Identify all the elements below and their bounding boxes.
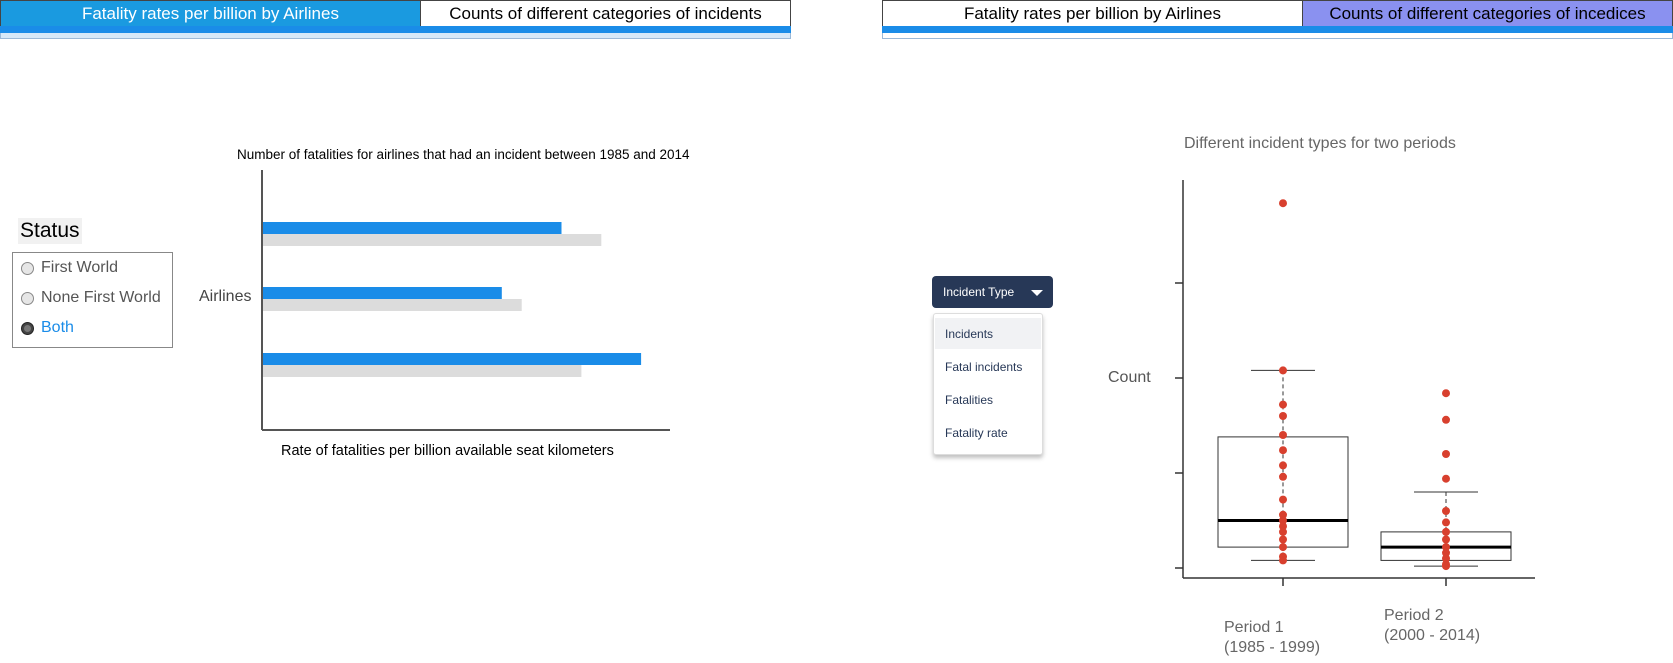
bar-chart-ylabel: Airlines — [199, 288, 252, 305]
caret-down-icon — [1031, 290, 1043, 296]
data-point — [1442, 389, 1450, 398]
data-point — [1279, 366, 1287, 375]
data-point — [1442, 562, 1450, 571]
radio-button-selected[interactable] — [21, 321, 34, 335]
data-point — [1442, 474, 1450, 483]
radio-button[interactable] — [21, 291, 34, 305]
radio-none-first-world[interactable]: None First World — [21, 289, 161, 307]
bar-chart-xlabel: Rate of fatalities per billion available… — [281, 443, 614, 459]
bar — [263, 353, 642, 365]
menu-item-fatalities[interactable]: Fatalities — [935, 384, 1041, 415]
bar — [263, 287, 502, 299]
menu-item-incidents[interactable]: Incidents — [935, 318, 1041, 349]
box-chart — [1175, 180, 1535, 586]
status-title: Status — [18, 218, 82, 244]
bar — [263, 222, 562, 234]
period-range: (2000 - 2014) — [1384, 627, 1481, 644]
left-tab-bar: Fatality rates per billion by Airlines C… — [0, 0, 791, 27]
radio-label: Both — [41, 319, 74, 336]
data-point — [1442, 535, 1450, 544]
period-name: Period 2 — [1384, 607, 1444, 624]
data-point — [1279, 495, 1287, 504]
data-point — [1279, 543, 1287, 552]
data-point — [1279, 535, 1287, 544]
data-point — [1279, 431, 1287, 439]
incident-type-menu: Incidents Fatal incidents Fatalities Fat… — [933, 313, 1043, 455]
menu-item-fatal-incidents[interactable]: Fatal incidents — [935, 351, 1041, 382]
box-chart-ylabel: Count — [1108, 369, 1151, 386]
data-point — [1442, 450, 1450, 458]
incident-type-dropdown[interactable]: Incident Type — [932, 276, 1053, 308]
bar — [263, 365, 582, 377]
tab-fatality-rates[interactable]: Fatality rates per billion by Airlines — [883, 1, 1302, 26]
menu-item-fatality-rate[interactable]: Fatality rate — [935, 417, 1041, 448]
data-point — [1279, 199, 1287, 208]
left-tab-content-strip — [0, 33, 791, 39]
bar-chart-title: Number of fatalities for airlines that h… — [237, 147, 690, 162]
tab-incident-categories[interactable]: Counts of different categories of incide… — [419, 1, 790, 26]
status-radio-group: First World None First World Both — [12, 252, 173, 348]
radio-button[interactable] — [21, 261, 34, 275]
left-tab-indicator — [0, 26, 791, 33]
tab-fatality-rates[interactable]: Fatality rates per billion by Airlines — [1, 1, 420, 26]
radio-label: First World — [41, 259, 119, 276]
data-point — [1442, 415, 1450, 424]
data-point — [1279, 527, 1287, 536]
data-point — [1442, 507, 1450, 515]
data-point — [1279, 412, 1287, 420]
period-name: Period 1 — [1224, 619, 1284, 636]
bar — [263, 234, 602, 246]
bar-chart — [261, 170, 670, 431]
period-range: (1985 - 1999) — [1224, 639, 1321, 656]
data-point — [1279, 446, 1287, 455]
data-point — [1279, 461, 1287, 470]
bar — [263, 299, 522, 311]
data-point — [1442, 527, 1450, 536]
box-chart-title: Different incident types for two periods — [1184, 135, 1456, 152]
period-1-label: Period 1 (1985 - 1999) — [1224, 618, 1320, 658]
right-tab-indicator — [882, 26, 1673, 33]
radio-first-world[interactable]: First World — [21, 259, 118, 277]
radio-label: None First World — [41, 289, 161, 306]
radio-both[interactable]: Both — [21, 319, 74, 337]
dropdown-label: Incident Type — [943, 285, 1015, 299]
data-point — [1279, 472, 1287, 481]
data-point — [1279, 400, 1287, 409]
data-point — [1279, 556, 1287, 565]
right-tab-content-strip — [882, 33, 1673, 39]
right-tab-bar: Fatality rates per billion by Airlines C… — [882, 0, 1673, 27]
data-point — [1442, 518, 1450, 527]
period-2-label: Period 2 (2000 - 2014) — [1384, 606, 1480, 646]
tab-incident-categories[interactable]: Counts of different categories of incedi… — [1301, 1, 1672, 26]
